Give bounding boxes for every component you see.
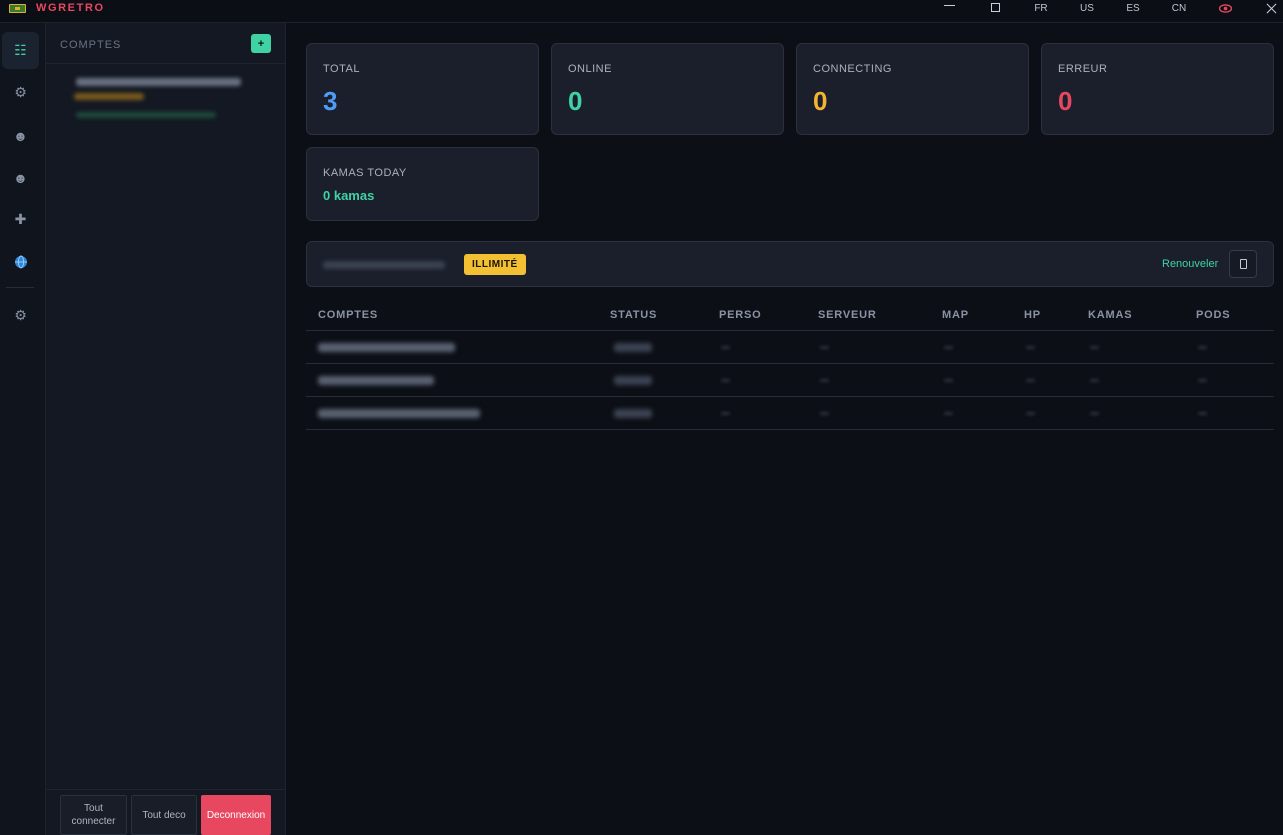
empty-cell [721,379,730,382]
empty-cell [1198,346,1207,349]
table-row[interactable] [306,331,1274,364]
column-header: MAP [942,309,969,321]
logout-button[interactable]: Deconnexion [201,795,271,835]
divider [46,789,286,790]
empty-cell [1090,379,1099,382]
stat-label: TOTAL [323,63,360,75]
connect-all-button[interactable]: Tout connecter [60,795,127,835]
account-status-redacted [74,93,144,100]
stat-label: ERREUR [1058,63,1108,75]
account-detail-redacted [76,112,216,118]
status-redacted [614,409,652,418]
minimize-icon [943,5,955,6]
renew-link[interactable]: Renouveler [1162,258,1218,270]
nav-add[interactable]: ✚ [2,201,39,238]
stat-value: 0 [568,86,583,116]
lang-es-button[interactable]: ES [1120,0,1146,17]
nav-character[interactable]: ☻ [2,117,39,154]
add-account-button[interactable]: + [251,34,271,53]
stat-label: ONLINE [568,63,612,75]
copy-button[interactable] [1229,250,1257,278]
visibility-toggle-button[interactable] [1217,0,1233,17]
empty-cell [944,412,953,415]
license-key-redacted [323,261,445,269]
column-header: SERVEUR [818,309,877,321]
account-email-redacted [318,409,480,418]
app-title: WGRETRO [36,2,105,14]
account-email-redacted [318,376,434,385]
column-header: HP [1024,309,1041,321]
empty-cell [1026,412,1035,415]
nav-preferences[interactable]: ⚙ [2,297,39,334]
divider [46,63,286,64]
column-header: STATUS [610,309,658,321]
eye-icon [1218,4,1232,13]
stat-card-connecting: CONNECTING 0 [796,43,1029,135]
column-header: PODS [1196,309,1231,321]
nav-group[interactable]: ☻ [2,159,39,196]
accounts-panel: COMPTES + Tout connecter Tout deco Decon… [46,23,286,835]
empty-cell [1198,379,1207,382]
title-bar: WGRETRO FR US ES CN [0,0,1283,23]
stat-card-kamas-today: KAMAS TODAY 0 kamas [306,147,539,221]
empty-cell [1090,412,1099,415]
maximize-icon [990,3,1000,12]
stat-card-error: ERREUR 0 [1041,43,1274,135]
rail-divider [6,287,34,288]
table-row[interactable] [306,397,1274,430]
nav-dashboard[interactable]: ☷ [2,32,39,69]
column-header: PERSO [719,309,762,321]
stat-card-online: ONLINE 0 [551,43,784,135]
stat-card-total: TOTAL 3 [306,43,539,135]
empty-cell [1090,346,1099,349]
gear-icon: ⚙ [14,307,27,323]
copy-icon [1240,259,1247,269]
table-row[interactable] [306,364,1274,397]
disconnect-all-button[interactable]: Tout deco [131,795,197,835]
close-icon[interactable] [1266,1,1278,15]
column-header: KAMAS [1088,309,1133,321]
status-redacted [614,376,652,385]
stat-value: 0 [1058,86,1073,116]
globe-icon [14,255,27,268]
empty-cell [944,379,953,382]
plus-icon: ✚ [14,211,27,227]
lang-cn-button[interactable]: CN [1166,0,1192,17]
license-bar: ILLIMITÉ Renouveler [306,241,1274,287]
character-icon: ☻ [13,127,28,144]
icon-rail: ☷ ⚙ ☻ ☻ ✚ ⚙ [0,23,46,835]
account-email-redacted [318,343,455,352]
account-list-item[interactable] [66,73,266,123]
empty-cell [721,412,730,415]
stat-label: CONNECTING [813,63,892,75]
lang-us-button[interactable]: US [1074,0,1100,17]
empty-cell [944,346,953,349]
empty-cell [1026,346,1035,349]
empty-cell [1026,379,1035,382]
stat-label: KAMAS TODAY [323,167,407,179]
stat-value: 0 kamas [323,188,375,203]
account-email-redacted [76,78,241,86]
empty-cell [820,346,829,349]
column-header: COMPTES [318,309,378,321]
status-redacted [614,343,652,352]
stat-value: 0 [813,86,828,116]
dashboard-icon: ☷ [14,42,27,58]
nav-settings[interactable]: ⚙ [2,74,39,111]
empty-cell [1198,412,1207,415]
app-logo-icon [9,4,26,13]
lang-fr-button[interactable]: FR [1028,0,1054,17]
maximize-button[interactable] [988,0,1002,17]
gear-icon: ⚙ [14,84,27,100]
stat-value: 3 [323,86,338,116]
nav-globe[interactable] [2,243,39,280]
empty-cell [820,379,829,382]
empty-cell [820,412,829,415]
accounts-panel-title: COMPTES [60,39,122,51]
empty-cell [721,346,730,349]
minimize-button[interactable] [941,0,957,17]
group-icon: ☻ [13,169,28,186]
license-badge: ILLIMITÉ [464,254,526,275]
